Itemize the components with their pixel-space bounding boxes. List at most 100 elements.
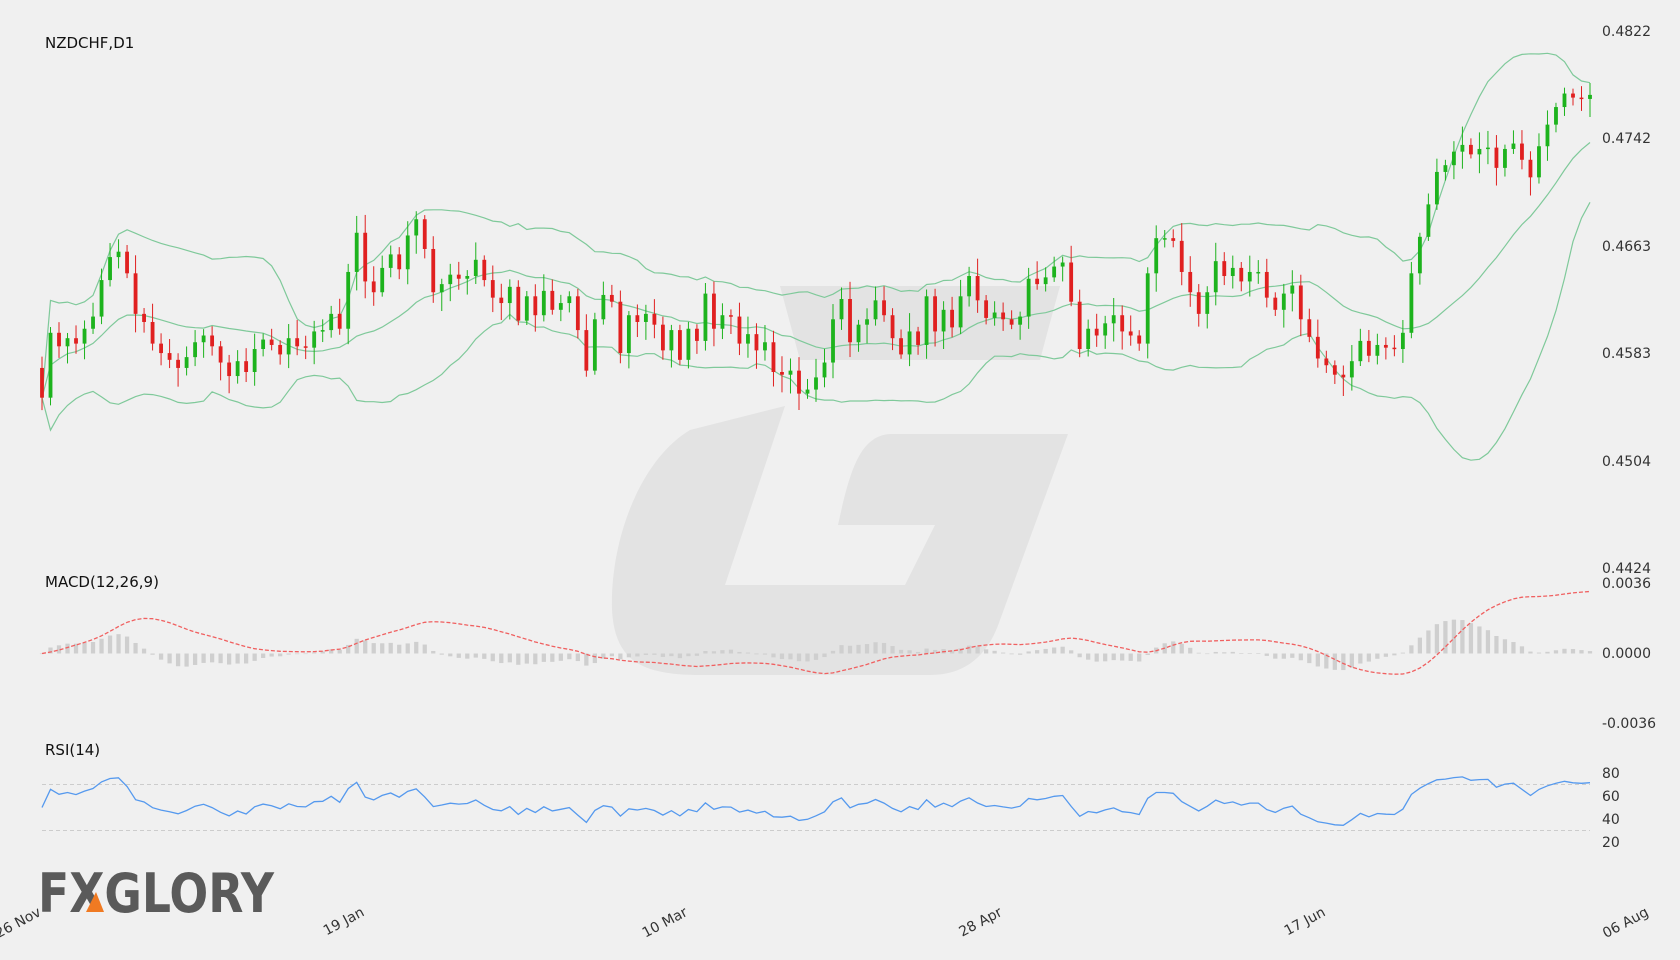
macd-histogram-bar: [1069, 650, 1074, 654]
candle-body: [422, 219, 427, 249]
macd-histogram-bar: [983, 649, 989, 654]
candle-body: [958, 296, 963, 328]
candle-body: [40, 367, 44, 398]
candle-body: [278, 344, 283, 355]
macd-histogram-bar: [1230, 651, 1235, 654]
candle-body: [660, 324, 665, 351]
macd-histogram-bar: [1137, 653, 1142, 662]
candle-body: [1154, 238, 1159, 274]
macd-histogram-bar: [1468, 623, 1474, 654]
candle-body: [312, 331, 317, 348]
candle-body: [116, 251, 121, 258]
macd-histogram-bar: [1094, 653, 1099, 662]
macd-histogram-bar: [864, 644, 870, 654]
candle-body: [1052, 266, 1057, 278]
price-chart-title: NZDCHF,D1: [45, 34, 134, 52]
candle-body: [533, 296, 538, 316]
macd-histogram-bar: [567, 653, 572, 660]
macd-histogram-bar: [133, 642, 138, 654]
macd-histogram-bar: [295, 653, 300, 655]
candle-body: [737, 316, 742, 344]
candle-body: [99, 280, 104, 317]
candle-body: [558, 303, 563, 310]
macd-histogram-bar: [1460, 620, 1465, 654]
candle-body: [1460, 144, 1465, 152]
rsi-tick-label: 60: [1602, 789, 1620, 805]
macd-histogram-bar: [541, 653, 546, 662]
candle-body: [584, 330, 589, 371]
candle-body: [516, 286, 521, 321]
candle-body: [780, 371, 784, 375]
candle-body: [414, 219, 419, 236]
candle-body: [1443, 165, 1448, 172]
candle-body: [1264, 271, 1269, 298]
candle-body: [1315, 336, 1320, 359]
candle-body: [337, 313, 342, 329]
candle-body: [1213, 261, 1218, 293]
macd-histogram-bar: [1018, 653, 1023, 655]
candle-body: [541, 290, 546, 316]
candle-body: [193, 342, 198, 358]
macd-histogram-bar: [175, 653, 181, 667]
macd-histogram-bar: [124, 636, 130, 654]
macd-histogram-bar: [1579, 650, 1584, 654]
macd-histogram-bar: [533, 653, 538, 665]
candle-body: [1392, 347, 1397, 350]
macd-title: MACD(12,26,9): [45, 573, 159, 591]
macd-histogram-bar: [1307, 653, 1312, 664]
candle-body: [150, 321, 155, 344]
candle-body: [686, 328, 691, 360]
candle-body: [1290, 285, 1295, 294]
macd-histogram-bar: [312, 652, 317, 654]
candle-body: [975, 276, 980, 301]
macd-histogram-bar: [1205, 653, 1210, 655]
candle-body: [1486, 147, 1490, 150]
candle-body: [992, 312, 997, 318]
rsi-tick-label: 80: [1602, 766, 1620, 782]
macd-histogram-bar: [465, 653, 470, 659]
candle-body: [57, 332, 61, 347]
candle-body: [771, 342, 776, 372]
candle-body: [1205, 292, 1210, 314]
macd-histogram-bar: [286, 653, 291, 655]
candle-body: [550, 290, 555, 310]
candle-body: [524, 296, 529, 321]
macd-histogram-bar: [652, 653, 657, 655]
macd-histogram-bar: [1332, 653, 1337, 670]
chart-canvas: NZDCHF,D1 MACD(12,26,9) RSI(14) 0.4822 0…: [0, 24, 1656, 942]
macd-histogram-bar: [575, 653, 580, 662]
candle-body: [142, 313, 146, 322]
candle-body: [609, 294, 614, 302]
candle-body: [1349, 361, 1354, 378]
candle-body: [465, 276, 470, 279]
macd-histogram-bar: [1035, 650, 1040, 654]
macd-histogram-bar: [1264, 653, 1269, 656]
candle-body: [473, 259, 478, 277]
macd-histogram-bar: [371, 643, 376, 654]
candle-body: [1145, 273, 1150, 344]
macd-histogram-bar: [414, 641, 419, 654]
macd-histogram-bar: [779, 653, 785, 660]
candle-body: [856, 324, 861, 343]
macd-histogram-bar: [226, 653, 232, 665]
candle-body: [1137, 335, 1142, 344]
macd-histogram-bar: [1171, 641, 1176, 654]
macd-histogram-bar: [269, 653, 274, 657]
candle-body: [1077, 301, 1082, 350]
candle-body: [1562, 93, 1567, 108]
candle-body: [950, 309, 955, 328]
macd-histogram-bar: [907, 650, 912, 654]
macd-histogram-bar: [473, 653, 478, 658]
macd-histogram-bar: [1060, 646, 1065, 654]
candle-body: [1426, 204, 1431, 237]
macd-histogram-bar: [592, 653, 597, 664]
date-tick-label: 17 Jun: [1282, 904, 1328, 939]
macd-histogram-bar: [516, 653, 521, 665]
candle-body: [575, 296, 580, 331]
macd-histogram-bar: [1315, 653, 1320, 667]
candlesticks: [40, 82, 1592, 411]
candle-body: [1298, 285, 1303, 320]
candle-body: [1179, 240, 1184, 272]
candle-body: [1545, 124, 1550, 147]
macd-histogram-bar: [694, 653, 700, 656]
